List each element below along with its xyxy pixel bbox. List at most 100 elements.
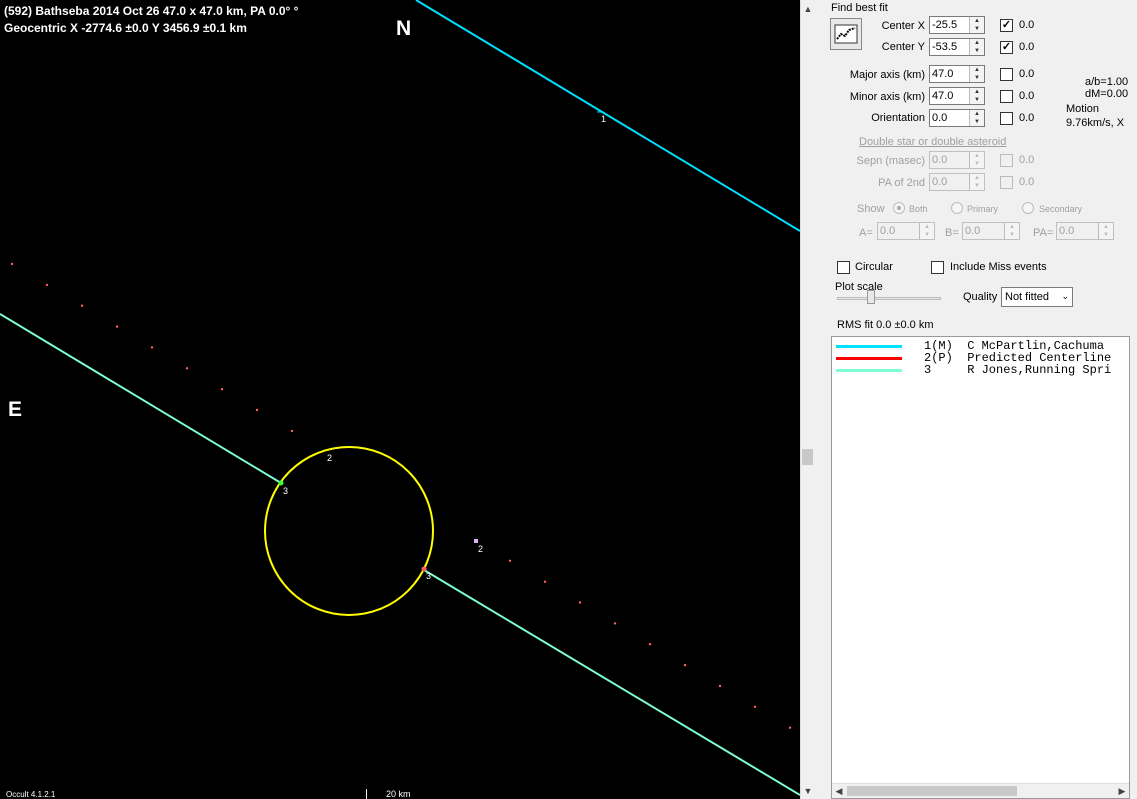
chord-label-3-west: 3 — [283, 486, 289, 496]
sepn-label: Sepn (masec) — [856, 155, 925, 167]
plot-scale-slider-thumb[interactable] — [867, 290, 875, 304]
circular-checkbox[interactable] — [837, 261, 850, 274]
include-miss-checkbox[interactable] — [931, 261, 944, 274]
orientation-uncertainty: 0.0 — [1019, 112, 1035, 124]
orientation-checkbox[interactable] — [1000, 112, 1013, 125]
ab-ratio-text: a/b=1.00 — [1085, 76, 1129, 88]
predicted-centerline-dots — [10, 262, 792, 729]
chord-legend-list[interactable]: 1(M) C McPartlin,Cachuma 2(P) Predicted … — [831, 336, 1130, 799]
major-axis-spinner[interactable]: ▲ ▼ — [969, 66, 984, 82]
center-x-spinner[interactable]: ▲ ▼ — [969, 17, 984, 33]
chord-2-marker — [474, 539, 478, 543]
rms-fit-text: RMS fit 0.0 ±0.0 km — [837, 319, 934, 331]
quality-label: Quality — [963, 291, 998, 303]
chord-label-1: 1 — [601, 114, 607, 124]
pa-2nd-checkbox[interactable] — [1000, 176, 1013, 189]
predicted-dot — [80, 304, 84, 307]
scroll-up-icon[interactable]: ▲ — [801, 2, 815, 16]
minor-axis-uncertainty: 0.0 — [1019, 90, 1035, 102]
sepn-uncertainty: 0.0 — [1019, 154, 1035, 166]
center-x-label: Center X — [881, 20, 925, 32]
a-label: A= — [859, 227, 873, 239]
east-label: E — [8, 398, 23, 421]
minor-axis-label: Minor axis (km) — [849, 91, 925, 103]
orientation-input[interactable]: 0.0 ▲ ▼ — [929, 109, 985, 127]
predicted-dot — [578, 601, 582, 604]
plot-title-line1: (592) Bathseba 2014 Oct 26 47.0 x 47.0 k… — [4, 4, 299, 18]
show-label: Show — [857, 203, 885, 215]
predicted-dot — [220, 388, 224, 391]
dm-text: dM=0.00 — [1085, 88, 1129, 100]
a-input[interactable]: 0.0 ▲ ▼ — [877, 222, 935, 240]
center-x-checkbox[interactable]: ✓ — [1000, 19, 1013, 32]
center-x-uncertainty: 0.0 — [1019, 19, 1035, 31]
pa-label: PA= — [1033, 227, 1054, 239]
minor-axis-checkbox[interactable] — [1000, 90, 1013, 103]
minor-axis-spinner[interactable]: ▲ ▼ — [969, 88, 984, 104]
predicted-dot — [150, 346, 154, 349]
quality-select[interactable]: Not fitted ⌄ — [1001, 287, 1073, 307]
pa-2nd-label: PA of 2nd — [878, 177, 925, 189]
center-y-uncertainty: 0.0 — [1019, 41, 1035, 53]
predicted-dot — [788, 726, 792, 729]
plot-area[interactable]: (592) Bathseba 2014 Oct 26 47.0 x 47.0 k… — [0, 0, 800, 799]
asteroid-profile-ellipse — [264, 446, 434, 616]
pa-2nd-uncertainty: 0.0 — [1019, 176, 1035, 188]
sepn-checkbox[interactable] — [1000, 154, 1013, 167]
chord-label-3-east: 3 — [426, 571, 432, 581]
scrollbar-thumb[interactable] — [802, 449, 813, 465]
center-x-input[interactable]: -25.5 ▲ ▼ — [929, 16, 985, 34]
plot-scale-slider[interactable] — [837, 297, 941, 300]
minor-axis-input[interactable]: 47.0 ▲ ▼ — [929, 87, 985, 105]
radio-both[interactable] — [893, 202, 905, 214]
chord-3-disappear-marker — [278, 480, 284, 486]
version-label: Occult 4.1.2.1 — [6, 790, 56, 799]
pa-input[interactable]: 0.0 ▲ ▼ — [1056, 222, 1114, 240]
scroll-right-icon[interactable]: ▶ — [1115, 784, 1129, 798]
legend-swatch-2 — [836, 357, 902, 360]
plot-canvas — [0, 0, 800, 796]
legend-horizontal-scrollbar[interactable]: ◀ ▶ — [832, 783, 1129, 798]
orientation-spinner[interactable]: ▲ ▼ — [969, 110, 984, 126]
fit-chart-icon — [834, 24, 858, 44]
b-input[interactable]: 0.0 ▲ ▼ — [962, 222, 1020, 240]
scroll-down-icon[interactable]: ▼ — [801, 784, 815, 798]
radio-primary[interactable] — [951, 202, 963, 214]
double-star-link[interactable]: Double star or double asteroid — [859, 136, 1006, 148]
predicted-dot — [185, 367, 189, 370]
scroll-left-icon[interactable]: ◀ — [832, 784, 846, 798]
legend-row-3[interactable]: 3 R Jones,Running Spri — [832, 363, 1129, 377]
chord-label-2-edge: 2 — [327, 453, 333, 463]
predicted-dot — [255, 408, 259, 412]
predicted-dot — [613, 622, 617, 625]
sepn-input[interactable]: 0.0 ▲ ▼ — [929, 151, 985, 169]
fit-controls-panel: Find best fit Center X -25.5 ▲ ▼ ✓ 0.0 Ce… — [815, 0, 1137, 799]
find-best-fit-button[interactable] — [830, 18, 862, 50]
chord-3-line-east — [423, 569, 800, 796]
center-y-input[interactable]: -53.5 ▲ ▼ — [929, 38, 985, 56]
center-y-spinner[interactable]: ▲ ▼ — [969, 39, 984, 55]
orientation-label: Orientation — [871, 112, 925, 124]
chord-3-line-west — [0, 313, 282, 484]
major-axis-uncertainty: 0.0 — [1019, 68, 1035, 80]
circular-label: Circular — [855, 261, 893, 273]
predicted-dot — [753, 705, 757, 708]
pa-2nd-input[interactable]: 0.0 ▲ ▼ — [929, 173, 985, 191]
predicted-dot — [543, 580, 547, 583]
include-miss-label: Include Miss events — [950, 261, 1047, 273]
predicted-dot — [290, 429, 294, 433]
plot-vertical-scrollbar[interactable]: ▲ ▼ — [800, 0, 815, 799]
motion-label: Motion — [1066, 103, 1100, 115]
radio-both-label: Both — [909, 204, 928, 214]
major-axis-input[interactable]: 47.0 ▲ ▼ — [929, 65, 985, 83]
major-axis-checkbox[interactable] — [1000, 68, 1013, 81]
radio-secondary-label: Secondary — [1039, 204, 1083, 214]
legend-scroll-thumb[interactable] — [847, 786, 1017, 796]
radio-secondary[interactable] — [1022, 202, 1034, 214]
plot-title-line2: Geocentric X -2774.6 ±0.0 Y 3456.9 ±0.1 … — [4, 21, 247, 35]
b-label: B= — [945, 227, 959, 239]
center-y-label: Center Y — [881, 41, 925, 53]
center-y-checkbox[interactable]: ✓ — [1000, 41, 1013, 54]
predicted-dot — [648, 643, 652, 646]
motion-value: 9.76km/s, X — [1066, 117, 1125, 129]
